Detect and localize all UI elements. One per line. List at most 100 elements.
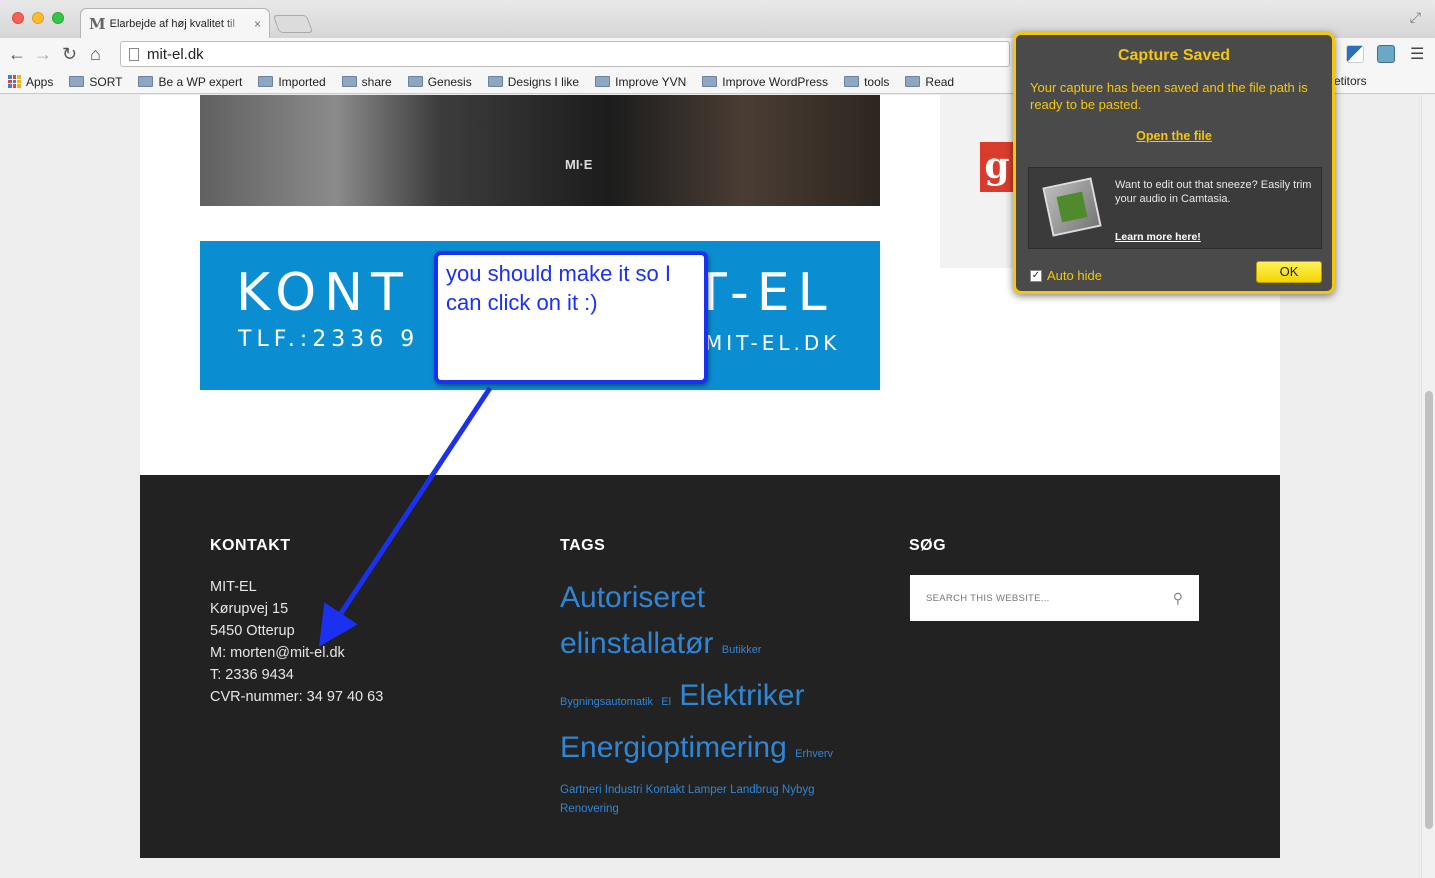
bookmark-overflow-label[interactable]: etitors: [1334, 74, 1367, 88]
bookmark-folder[interactable]: Improve WordPress: [702, 75, 828, 89]
address-bar[interactable]: mit-el.dk: [120, 41, 1010, 67]
search-placeholder: SEARCH THIS WEBSITE...: [926, 592, 1050, 604]
contact-details: MIT-EL Kørupvej 15 5450 Otterup M: morte…: [210, 576, 383, 708]
bookmark-label: tools: [864, 74, 890, 89]
folder-icon: [702, 76, 718, 87]
learn-more-link[interactable]: Learn more here!: [1115, 231, 1201, 243]
banner-website: MIT-EL.DK: [705, 331, 841, 355]
minimize-window-button[interactable]: [32, 12, 44, 24]
tab-close-icon[interactable]: ×: [254, 17, 261, 31]
bookmark-label: Genesis: [427, 74, 472, 89]
bookmark-folder[interactable]: Imported: [258, 74, 326, 89]
site-footer: KONTAKT MIT-EL Kørupvej 15 5450 Otterup …: [140, 475, 1280, 858]
folder-icon: [258, 76, 274, 87]
folder-icon: [138, 76, 154, 87]
auto-hide-label: Auto hide: [1047, 268, 1102, 283]
maximize-window-button[interactable]: [52, 12, 64, 24]
promo-text: Want to edit out that sneeze? Easily tri…: [1115, 179, 1312, 205]
popup-message: Your capture has been saved and the file…: [1030, 80, 1308, 112]
back-arrow-icon[interactable]: ←: [8, 43, 26, 65]
auto-hide-toggle[interactable]: ✓ Auto hide: [1030, 268, 1102, 283]
camtasia-promo: Want to edit out that sneeze? Easily tri…: [1028, 167, 1322, 249]
folder-icon: [844, 76, 860, 87]
folder-icon: [905, 76, 921, 87]
camtasia-icon: [1042, 177, 1102, 237]
search-heading: SØG: [909, 537, 947, 554]
tag-cloud: Autoriseret elinstallatør Butikker Bygni…: [560, 575, 860, 819]
contact-cvr: CVR-nummer: 34 97 40 63: [210, 689, 384, 705]
annotation-callout: you should make it so I can click on it …: [434, 251, 708, 384]
tag-link[interactable]: Energioptimering: [560, 731, 787, 764]
tag-link[interactable]: Autoriseret elinstallatør: [560, 581, 713, 660]
bookmark-label: Improve YVN: [615, 74, 687, 89]
search-icon[interactable]: ⚲: [1173, 590, 1183, 607]
browser-tab[interactable]: M Elarbejde af høj kvalitet til ×: [80, 8, 270, 38]
folder-icon: [407, 76, 423, 87]
contact-phone: T: 2336 9434: [210, 667, 294, 683]
google-plus-icon[interactable]: g: [980, 142, 1014, 192]
bookmark-label: share: [361, 74, 392, 89]
contact-email: M: morten@mit-el.dk: [210, 645, 345, 661]
folder-icon: [487, 76, 503, 87]
banner-title-left: KONT: [236, 263, 411, 323]
popup-title: Capture Saved: [1117, 47, 1231, 64]
tag-link[interactable]: Gartneri: [560, 784, 602, 796]
bookmark-label: Read: [925, 74, 955, 89]
bookmark-folder[interactable]: Genesis: [407, 74, 472, 89]
extension-icon[interactable]: [1346, 45, 1364, 63]
capture-saved-popup: Capture Saved Your capture has been save…: [1013, 32, 1335, 294]
site-favicon-icon: M: [89, 14, 106, 33]
bookmark-label: Improve WordPress: [722, 74, 829, 89]
owl-extension-icon[interactable]: [1377, 45, 1395, 63]
contact-street: Kørupvej 15: [210, 601, 289, 617]
tag-link[interactable]: Lamper: [688, 784, 727, 796]
search-input[interactable]: SEARCH THIS WEBSITE... ⚲: [910, 575, 1199, 621]
bookmark-label: Be a WP expert: [158, 74, 243, 89]
tags-heading: TAGS: [560, 537, 606, 554]
new-tab-button[interactable]: [272, 15, 314, 33]
fullscreen-icon[interactable]: ⤢: [1410, 9, 1421, 26]
scrollbar-thumb[interactable]: [1425, 391, 1433, 829]
tag-link[interactable]: Renovering: [560, 803, 619, 815]
tag-link[interactable]: Erhverv: [795, 748, 833, 760]
tag-link[interactable]: Landbrug: [730, 784, 779, 796]
tag-link[interactable]: Butikker: [722, 644, 762, 656]
bookmark-folder[interactable]: share: [341, 74, 392, 89]
tag-link[interactable]: Industri: [605, 784, 643, 796]
bookmark-folder[interactable]: tools: [844, 75, 889, 89]
page-icon: [129, 47, 139, 61]
bookmark-folder[interactable]: Be a WP expert: [138, 75, 242, 89]
bookmark-folder[interactable]: SORT: [69, 75, 122, 89]
jacket-logo: MI·E: [565, 157, 593, 172]
apps-grid-icon: [8, 75, 21, 88]
tag-link[interactable]: Bygningsautomatik: [560, 696, 653, 708]
auto-hide-checkbox[interactable]: ✓: [1030, 269, 1042, 282]
folder-icon: [341, 76, 357, 87]
address-url[interactable]: mit-el.dk: [147, 46, 204, 63]
tag-link[interactable]: Kontakt: [646, 784, 685, 796]
banner-title-right: T-EL: [695, 263, 835, 323]
bookmark-folder[interactable]: Improve YVN: [595, 75, 686, 89]
banner-phone: TLF.:2336 9: [238, 327, 420, 352]
tag-link[interactable]: Nybyg: [782, 784, 815, 796]
ok-button[interactable]: OK: [1256, 261, 1322, 283]
tab-title: Elarbejde af høj kvalitet til: [109, 17, 235, 30]
hamburger-menu-icon[interactable]: ☰: [1410, 44, 1424, 64]
folder-icon: [69, 76, 85, 87]
forward-arrow-icon[interactable]: →: [34, 43, 52, 65]
tag-link[interactable]: Elektriker: [679, 679, 804, 712]
bookmark-apps[interactable]: Apps: [8, 75, 53, 89]
home-icon[interactable]: ⌂: [90, 43, 101, 65]
kontakt-heading: KONTAKT: [210, 537, 291, 554]
tag-link[interactable]: El: [661, 696, 671, 708]
contact-company: MIT-EL: [210, 579, 257, 595]
vertical-scrollbar[interactable]: [1421, 95, 1435, 878]
hero-photo: MI·E: [200, 95, 880, 206]
close-window-button[interactable]: [12, 12, 24, 24]
bookmark-folder[interactable]: Designs I like: [487, 75, 579, 89]
bookmark-label: Imported: [278, 74, 326, 89]
reload-icon[interactable]: ↻: [62, 43, 77, 65]
bookmark-folder[interactable]: Read: [905, 75, 954, 89]
open-file-link[interactable]: Open the file: [1016, 129, 1332, 143]
folder-icon: [595, 76, 611, 87]
